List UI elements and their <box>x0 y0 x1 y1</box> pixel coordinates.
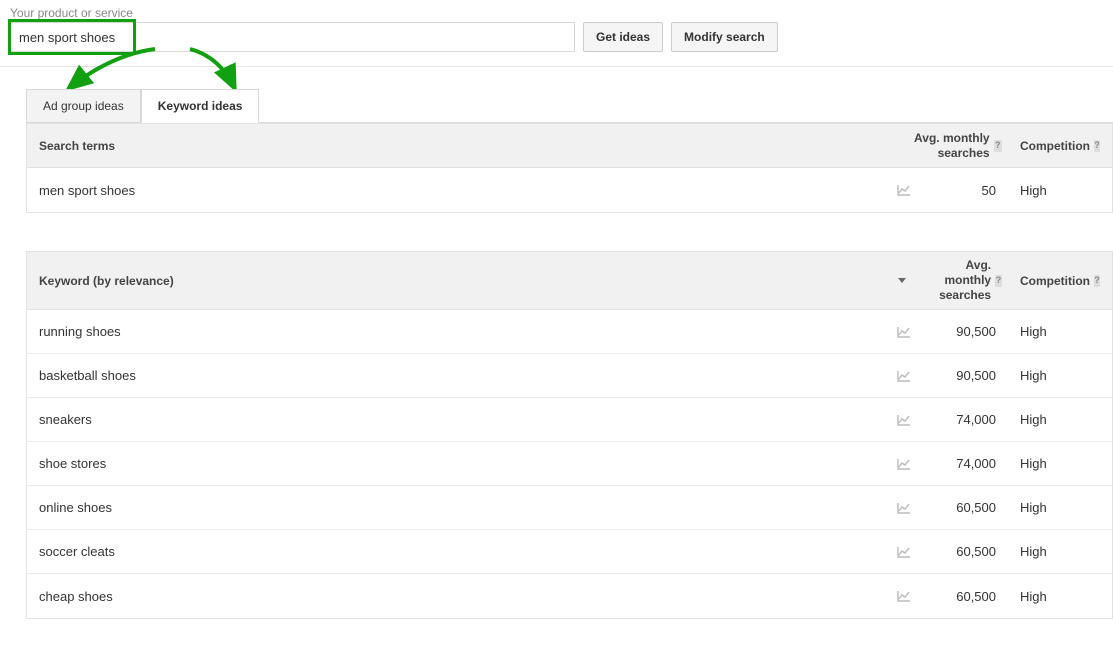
help-icon[interactable]: ? <box>995 275 1002 287</box>
trend-chart-icon[interactable] <box>892 370 916 382</box>
avg-monthly-searches-cell: 60,500 <box>916 490 1008 525</box>
avg-monthly-searches-cell: 90,500 <box>916 358 1008 393</box>
table-row: online shoes 60,500High <box>27 486 1112 530</box>
table-row: running shoes 90,500High <box>27 310 1112 354</box>
trend-chart-icon[interactable] <box>892 184 916 196</box>
search-terms-body: men sport shoes 50High <box>27 168 1112 212</box>
avg-monthly-searches-cell: 60,500 <box>916 534 1008 569</box>
keyword-cell[interactable]: soccer cleats <box>27 534 892 569</box>
search-terms-header-row: Search terms Avg. monthly searches ? Com… <box>27 124 1112 168</box>
table-row: cheap shoes 60,500High <box>27 574 1112 618</box>
trend-chart-icon[interactable] <box>892 502 916 514</box>
top-bar: Get ideas Modify search <box>0 22 1113 67</box>
avg-monthly-searches-cell: 90,500 <box>916 314 1008 349</box>
competition-cell: High <box>1008 402 1112 437</box>
header-competition-label: Competition <box>1020 139 1090 153</box>
header-avg-monthly-searches-label: Avg. monthly searches <box>898 131 990 161</box>
get-ideas-button[interactable]: Get ideas <box>583 22 663 52</box>
avg-monthly-searches-cell: 74,000 <box>916 402 1008 437</box>
search-wrap <box>10 22 575 52</box>
tab-ad-group-ideas[interactable]: Ad group ideas <box>26 89 141 122</box>
table-row: shoe stores 74,000High <box>27 442 1112 486</box>
tab-keyword-ideas[interactable]: Keyword ideas <box>141 89 260 123</box>
search-terms-table: Search terms Avg. monthly searches ? Com… <box>26 123 1113 213</box>
trend-chart-icon[interactable] <box>892 326 916 338</box>
col-header-keyword-relevance[interactable]: Keyword (by relevance) <box>27 252 892 309</box>
help-icon[interactable]: ? <box>1094 275 1100 287</box>
avg-monthly-searches-cell: 60,500 <box>916 579 1008 614</box>
keyword-cell[interactable]: cheap shoes <box>27 579 892 614</box>
col-header-competition[interactable]: Competition ? <box>1008 252 1112 309</box>
modify-search-button[interactable]: Modify search <box>671 22 778 52</box>
table-row: men sport shoes 50High <box>27 168 1112 212</box>
table-row: basketball shoes 90,500High <box>27 354 1112 398</box>
help-icon[interactable]: ? <box>994 140 1002 152</box>
content: Ad group ideas Keyword ideas Search term… <box>0 67 1113 619</box>
keyword-cell[interactable]: sneakers <box>27 402 892 437</box>
header-competition-label: Competition <box>1020 274 1090 288</box>
help-icon[interactable]: ? <box>1094 140 1100 152</box>
table-row: sneakers 74,000High <box>27 398 1112 442</box>
trend-chart-icon[interactable] <box>892 590 916 602</box>
competition-cell: High <box>1008 534 1112 569</box>
keyword-cell[interactable]: running shoes <box>27 314 892 349</box>
tabs: Ad group ideas Keyword ideas <box>26 89 1113 123</box>
competition-cell: High <box>1008 579 1112 614</box>
trend-chart-icon[interactable] <box>892 458 916 470</box>
competition-cell: High <box>1008 490 1112 525</box>
header-avg-monthly-searches-label: Avg. monthly searches <box>916 258 991 303</box>
keyword-ideas-body: running shoes90,500Highbasketball shoes9… <box>27 310 1112 618</box>
col-header-avg-monthly-searches[interactable]: Avg. monthly searches ? <box>892 252 1008 309</box>
avg-monthly-searches-cell: 50 <box>916 173 1008 208</box>
trend-chart-icon[interactable] <box>892 414 916 426</box>
col-header-avg-monthly-searches[interactable]: Avg. monthly searches ? <box>892 124 1008 167</box>
col-header-competition[interactable]: Competition ? <box>1008 124 1112 167</box>
keyword-cell[interactable]: online shoes <box>27 490 892 525</box>
keyword-cell[interactable]: shoe stores <box>27 446 892 481</box>
competition-cell: High <box>1008 173 1112 208</box>
keyword-ideas-table: Keyword (by relevance) Avg. monthly sear… <box>26 251 1113 619</box>
search-label: Your product or service <box>10 6 1113 20</box>
search-input[interactable] <box>10 22 575 52</box>
competition-cell: High <box>1008 358 1112 393</box>
col-header-search-terms[interactable]: Search terms <box>27 124 892 167</box>
competition-cell: High <box>1008 314 1112 349</box>
keyword-cell[interactable]: men sport shoes <box>27 173 892 208</box>
keyword-ideas-header-row: Keyword (by relevance) Avg. monthly sear… <box>27 252 1112 310</box>
sort-caret-down-icon <box>898 278 906 283</box>
competition-cell: High <box>1008 446 1112 481</box>
trend-chart-icon[interactable] <box>892 546 916 558</box>
table-row: soccer cleats 60,500High <box>27 530 1112 574</box>
avg-monthly-searches-cell: 74,000 <box>916 446 1008 481</box>
keyword-cell[interactable]: basketball shoes <box>27 358 892 393</box>
